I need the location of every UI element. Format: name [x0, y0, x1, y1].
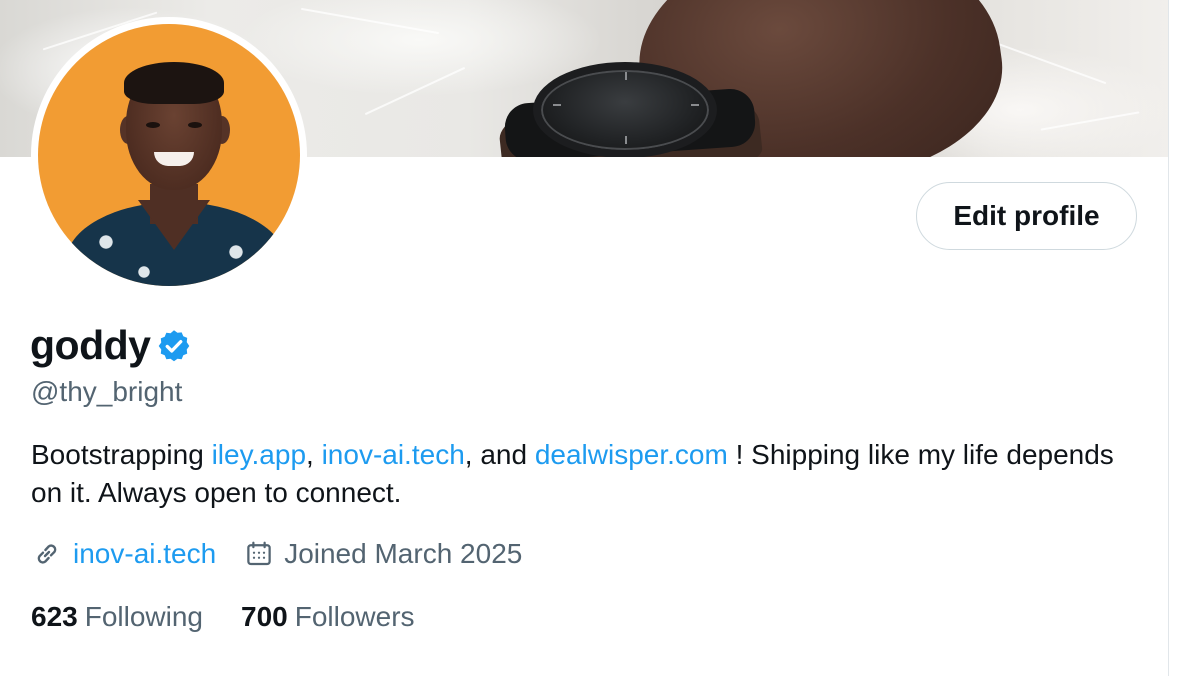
- bio-text: , and: [464, 439, 535, 470]
- joined-date-item: Joined March 2025: [244, 538, 522, 570]
- edit-profile-button[interactable]: Edit profile: [916, 182, 1137, 250]
- bio-link-inov-ai[interactable]: inov-ai.tech: [322, 439, 465, 470]
- user-handle: @thy_bright: [31, 376, 183, 407]
- website-link[interactable]: inov-ai.tech: [73, 538, 216, 570]
- calendar-icon: [244, 539, 274, 569]
- followers-link[interactable]: 700 Followers: [241, 601, 415, 633]
- column-divider: [1168, 0, 1169, 676]
- following-link[interactable]: 623 Following: [31, 601, 203, 633]
- profile-avatar[interactable]: [31, 17, 307, 293]
- following-count: 623: [31, 601, 78, 632]
- bio-text: Bootstrapping: [31, 439, 212, 470]
- wristwatch-image: [533, 62, 717, 157]
- display-name: goddy: [30, 322, 151, 368]
- bio-text: ,: [306, 439, 322, 470]
- display-name-row: goddy: [30, 322, 192, 369]
- joined-date-text: Joined March 2025: [284, 538, 523, 569]
- followers-label: Followers: [294, 601, 415, 632]
- following-label: Following: [84, 601, 203, 632]
- profile-page: Edit profile goddy @thy_bright Bootstrap…: [0, 0, 1200, 676]
- profile-meta-row: inov-ai.tech Joined March 2025: [31, 538, 522, 570]
- follow-stats: 623 Following 700 Followers: [31, 601, 415, 633]
- bio-link-iley[interactable]: iley.app: [212, 439, 306, 470]
- bio-link-dealwisper[interactable]: dealwisper.com: [535, 439, 728, 470]
- website-item: inov-ai.tech: [31, 538, 216, 570]
- profile-bio: Bootstrapping iley.app, inov-ai.tech, an…: [31, 436, 1131, 512]
- link-icon: [31, 538, 63, 570]
- verified-badge-icon[interactable]: [156, 328, 192, 364]
- followers-count: 700: [241, 601, 288, 632]
